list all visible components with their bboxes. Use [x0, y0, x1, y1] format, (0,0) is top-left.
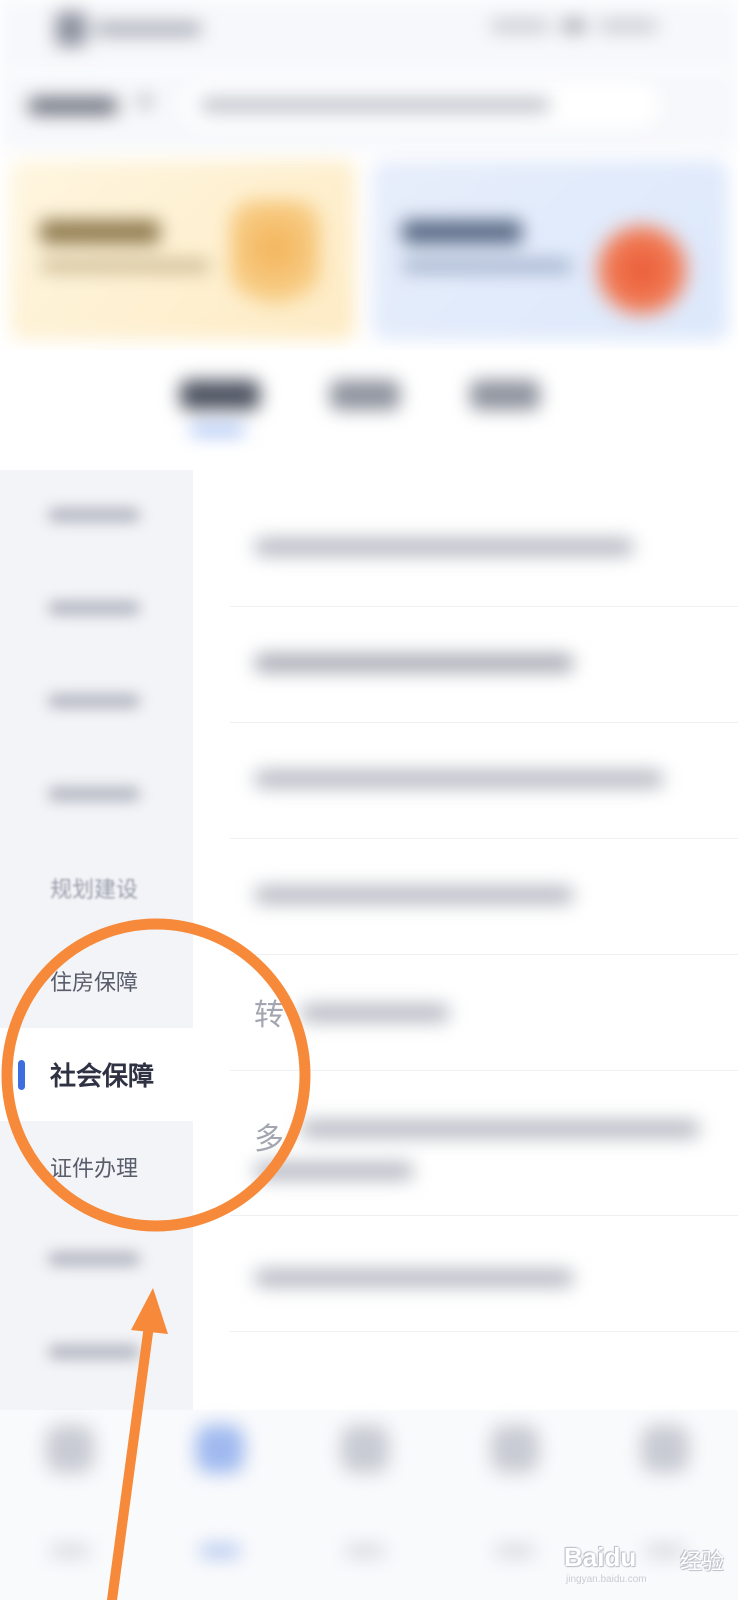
nav-item-home[interactable] — [30, 1425, 110, 1565]
profile-icon — [641, 1425, 689, 1473]
nav-item-services[interactable] — [180, 1425, 260, 1565]
top-right-actions[interactable] — [490, 16, 660, 38]
watermark-cn: 经验 — [680, 1550, 725, 1575]
list-item-text: 多 — [254, 1122, 284, 1157]
promo-banner-left[interactable] — [10, 160, 355, 340]
list-item[interactable] — [230, 606, 738, 723]
sidebar-item-3[interactable] — [0, 656, 193, 749]
app-logo — [56, 10, 206, 50]
list-item-text: 转 — [254, 998, 284, 1033]
watermark-brand: Baidu — [564, 1542, 637, 1572]
search-input[interactable] — [180, 82, 660, 128]
list-item[interactable]: 转 — [230, 954, 738, 1071]
sidebar-item-housing[interactable]: 住房保障 — [0, 935, 193, 1028]
city-selector[interactable] — [28, 90, 158, 120]
mascot-illustration — [230, 200, 320, 320]
list-item[interactable] — [230, 838, 738, 955]
tab-3[interactable] — [470, 380, 540, 410]
sidebar-item-10[interactable] — [0, 1307, 193, 1400]
baidu-jingyan-watermark: Baidu 经验 jingyan.baidu.com — [560, 1528, 730, 1585]
sidebar-item-1[interactable] — [0, 470, 193, 563]
mascot-illustration — [592, 220, 692, 320]
services-icon — [196, 1425, 244, 1473]
active-indicator — [18, 1060, 25, 1090]
list-item[interactable] — [230, 722, 738, 839]
sidebar-item-label: 社会保障 — [50, 1062, 155, 1092]
tab-active-indicator — [190, 426, 245, 434]
sidebar-item-social-security[interactable]: 社会保障 — [0, 1028, 193, 1121]
sidebar-item-label: 住房保障 — [50, 971, 139, 996]
list-item[interactable]: 多 — [230, 1070, 738, 1216]
top-bar — [0, 0, 738, 70]
sidebar-item-9[interactable] — [0, 1214, 193, 1307]
tab-1[interactable] — [180, 380, 260, 434]
sidebar-item-certificates[interactable]: 证件办理 — [0, 1121, 193, 1214]
tab-2[interactable] — [330, 380, 400, 410]
nav-icon — [491, 1425, 539, 1473]
list-item[interactable] — [230, 1215, 738, 1332]
watermark-url: jingyan.baidu.com — [566, 1574, 647, 1585]
sidebar-item-label: 规划建设 — [50, 878, 139, 903]
home-icon — [46, 1425, 94, 1473]
sidebar-item-label: 证件办理 — [50, 1157, 139, 1182]
chevron-down-icon — [138, 98, 152, 112]
sidebar-item-2[interactable] — [0, 563, 193, 656]
nav-icon — [341, 1425, 389, 1473]
promo-banner-right[interactable] — [372, 160, 728, 340]
nav-item-4[interactable] — [475, 1425, 555, 1565]
sidebar-item-4[interactable] — [0, 749, 193, 842]
nav-item-3[interactable] — [325, 1425, 405, 1565]
list-item[interactable] — [230, 490, 738, 607]
sidebar-item-planning[interactable]: 规划建设 — [0, 842, 193, 935]
